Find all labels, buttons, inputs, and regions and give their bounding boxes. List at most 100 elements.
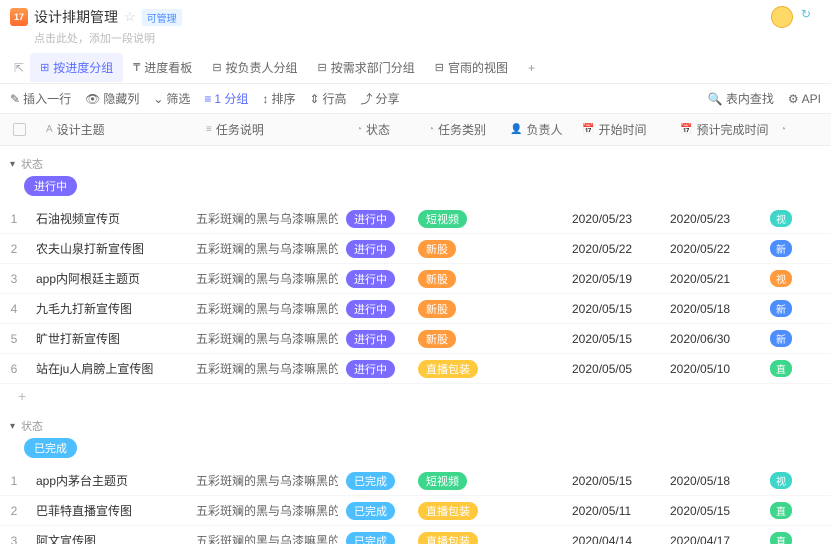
table-row[interactable]: 2 农夫山泉打新宣传图 五彩斑斓的黑与乌漆嘛黑的白，... 进行中 新股 202…: [0, 234, 831, 264]
cell-title[interactable]: 巴菲特直播宣传图: [28, 502, 188, 519]
select-all-checkbox[interactable]: [13, 123, 26, 136]
cell-title[interactable]: 站在ju人肩膀上宣传图: [28, 360, 188, 377]
group-pill[interactable]: 已完成: [24, 438, 77, 458]
group-header[interactable]: ▾状态: [0, 412, 831, 436]
cell-extra[interactable]: 直: [762, 360, 792, 377]
cell-extra[interactable]: 视: [762, 210, 792, 227]
tab-1[interactable]: ₸进度看板: [123, 53, 202, 82]
cell-desc[interactable]: 五彩斑斓的黑与乌漆嘛黑的白，...: [188, 270, 338, 287]
cell-start[interactable]: 2020/05/05: [564, 362, 662, 376]
share[interactable]: ⤴ 分享: [361, 90, 400, 107]
api[interactable]: ⚙ API: [788, 90, 821, 107]
cell-extra[interactable]: 新: [762, 330, 792, 347]
add-row[interactable]: +: [0, 384, 831, 408]
table-row[interactable]: 2 巴菲特直播宣传图 五彩斑斓的黑与乌漆嘛黑的白，... 已完成 直播包装 20…: [0, 496, 831, 526]
cell-category[interactable]: 短视频: [410, 210, 492, 228]
col-end[interactable]: 📅预计完成时间: [672, 121, 772, 138]
table-row[interactable]: 3 阿文宣传图 五彩斑斓的黑与乌漆嘛黑的白，... 已完成 直播包装 2020/…: [0, 526, 831, 544]
chevron-down-icon[interactable]: ▾: [10, 159, 15, 170]
tab-4[interactable]: ⊟官雨的视图: [425, 53, 518, 82]
cell-title[interactable]: app内阿根廷主题页: [28, 270, 188, 287]
group-header[interactable]: ▾状态: [0, 150, 831, 174]
star-icon[interactable]: ☆: [124, 9, 136, 25]
cell-extra[interactable]: 新: [762, 300, 792, 317]
hide-columns[interactable]: 👁 隐藏列: [85, 90, 139, 107]
cell-end[interactable]: 2020/05/10: [662, 362, 762, 376]
cell-status[interactable]: 已完成: [338, 532, 410, 544]
cell-end[interactable]: 2020/06/30: [662, 332, 762, 346]
cell-status[interactable]: 进行中: [338, 330, 410, 348]
table-row[interactable]: 1 石油视频宣传页 五彩斑斓的黑与乌漆嘛黑的白，... 进行中 短视频 2020…: [0, 204, 831, 234]
col-category[interactable]: ◔任务类别: [420, 121, 502, 138]
cell-category[interactable]: 直播包装: [410, 360, 492, 378]
tab-3[interactable]: ⊟按需求部门分组: [308, 53, 425, 82]
table-row[interactable]: 1 app内茅台主题页 五彩斑斓的黑与乌漆嘛黑的白，... 已完成 短视频 20…: [0, 466, 831, 496]
cell-desc[interactable]: 五彩斑斓的黑与乌漆嘛黑的白，...: [188, 210, 338, 227]
cell-end[interactable]: 2020/05/23: [662, 212, 762, 226]
filter[interactable]: ⌄ 筛选: [153, 90, 190, 107]
cell-extra[interactable]: 直: [762, 532, 792, 544]
expand-icon[interactable]: ⇱: [10, 57, 28, 79]
cell-category[interactable]: 短视频: [410, 472, 492, 490]
cell-status[interactable]: 进行中: [338, 270, 410, 288]
cell-category[interactable]: 直播包装: [410, 532, 492, 544]
cell-status[interactable]: 进行中: [338, 360, 410, 378]
col-start[interactable]: 📅开始时间: [574, 121, 672, 138]
cell-start[interactable]: 2020/05/19: [564, 272, 662, 286]
cell-start[interactable]: 2020/05/23: [564, 212, 662, 226]
cell-desc[interactable]: 五彩斑斓的黑与乌漆嘛黑的白，...: [188, 532, 338, 544]
table-row[interactable]: 4 九毛九打新宣传图 五彩斑斓的黑与乌漆嘛黑的白，... 进行中 新股 2020…: [0, 294, 831, 324]
table-row[interactable]: 3 app内阿根廷主题页 五彩斑斓的黑与乌漆嘛黑的白，... 进行中 新股 20…: [0, 264, 831, 294]
col-more[interactable]: ◔: [772, 124, 802, 135]
doc-subtitle[interactable]: 点击此处，添加一段说明: [0, 30, 831, 52]
cell-desc[interactable]: 五彩斑斓的黑与乌漆嘛黑的白，...: [188, 472, 338, 489]
col-status[interactable]: ◔状态: [348, 121, 420, 138]
cell-start[interactable]: 2020/05/15: [564, 332, 662, 346]
cell-start[interactable]: 2020/05/11: [564, 504, 662, 518]
tab-0[interactable]: ⊞按进度分组: [30, 53, 123, 82]
avatar[interactable]: [771, 6, 793, 28]
row-height[interactable]: ⇕ 行高: [309, 90, 346, 107]
cell-status[interactable]: 进行中: [338, 210, 410, 228]
cell-category[interactable]: 新股: [410, 270, 492, 288]
cell-category[interactable]: 新股: [410, 300, 492, 318]
chevron-down-icon[interactable]: ▾: [10, 421, 15, 432]
cell-category[interactable]: 新股: [410, 240, 492, 258]
cell-extra[interactable]: 视: [762, 270, 792, 287]
insert-row[interactable]: ✎ 插入一行: [10, 90, 71, 107]
cell-desc[interactable]: 五彩斑斓的黑与乌漆嘛黑的白，...: [188, 360, 338, 377]
cell-desc[interactable]: 五彩斑斓的黑与乌漆嘛黑的白，...: [188, 502, 338, 519]
table-row[interactable]: 6 站在ju人肩膀上宣传图 五彩斑斓的黑与乌漆嘛黑的白，... 进行中 直播包装…: [0, 354, 831, 384]
cell-title[interactable]: 九毛九打新宣传图: [28, 300, 188, 317]
table-row[interactable]: 5 旷世打新宣传图 五彩斑斓的黑与乌漆嘛黑的白，... 进行中 新股 2020/…: [0, 324, 831, 354]
cell-category[interactable]: 直播包装: [410, 502, 492, 520]
cell-title[interactable]: 旷世打新宣传图: [28, 330, 188, 347]
cell-start[interactable]: 2020/05/22: [564, 242, 662, 256]
sync-icon[interactable]: ↻: [801, 7, 821, 27]
cell-extra[interactable]: 新: [762, 240, 792, 257]
cell-start[interactable]: 2020/04/14: [564, 534, 662, 544]
cell-desc[interactable]: 五彩斑斓的黑与乌漆嘛黑的白，...: [188, 240, 338, 257]
cell-title[interactable]: 阿文宣传图: [28, 532, 188, 544]
cell-end[interactable]: 2020/05/15: [662, 504, 762, 518]
search-in-table[interactable]: 🔍 表内查找: [708, 90, 774, 107]
cell-category[interactable]: 新股: [410, 330, 492, 348]
cell-status[interactable]: 已完成: [338, 472, 410, 490]
cell-extra[interactable]: 视: [762, 472, 792, 489]
permission-badge[interactable]: 可管理: [142, 9, 182, 26]
cell-end[interactable]: 2020/05/21: [662, 272, 762, 286]
col-title[interactable]: A设计主题: [38, 121, 198, 138]
cell-end[interactable]: 2020/05/22: [662, 242, 762, 256]
cell-end[interactable]: 2020/05/18: [662, 302, 762, 316]
cell-start[interactable]: 2020/05/15: [564, 474, 662, 488]
cell-end[interactable]: 2020/05/18: [662, 474, 762, 488]
col-desc[interactable]: ≡任务说明: [198, 121, 348, 138]
cell-desc[interactable]: 五彩斑斓的黑与乌漆嘛黑的白，...: [188, 330, 338, 347]
group[interactable]: ≡ 1 分组: [204, 90, 248, 107]
doc-title[interactable]: 设计排期管理: [34, 7, 118, 27]
group-pill[interactable]: 进行中: [24, 176, 77, 196]
cell-end[interactable]: 2020/04/17: [662, 534, 762, 544]
cell-title[interactable]: 农夫山泉打新宣传图: [28, 240, 188, 257]
cell-desc[interactable]: 五彩斑斓的黑与乌漆嘛黑的白，...: [188, 300, 338, 317]
cell-title[interactable]: app内茅台主题页: [28, 472, 188, 489]
